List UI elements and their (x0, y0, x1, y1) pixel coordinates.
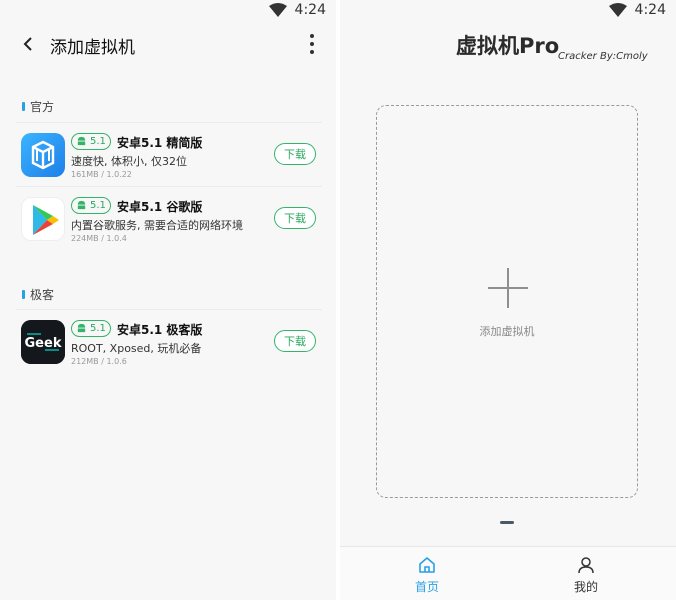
app-subtitle: Cracker By:Cmoly (558, 51, 648, 62)
home-screen: 4:24 虚拟机Pro Cracker By:Cmoly 添加虚拟机 首页 我的 (340, 0, 676, 600)
app-size-version: 212MB / 1.0.6 (71, 357, 127, 366)
status-time: 4:24 (294, 2, 326, 18)
page-title: 添加虚拟机 (50, 38, 135, 58)
bottom-nav: 首页 我的 (340, 546, 676, 600)
app-row-lite[interactable]: 5.1 安卓5.1 精简版 速度快, 体积小, 仅32位 161MB / 1.0… (16, 122, 322, 186)
app-description: ROOT, Xposed, 玩机必备 (71, 342, 202, 355)
app-description: 速度快, 体积小, 仅32位 (71, 155, 187, 168)
nav-home[interactable]: 首页 (397, 555, 457, 595)
status-bar: 4:24 (340, 0, 676, 24)
nav-me[interactable]: 我的 (556, 555, 616, 595)
app-size-version: 224MB / 1.0.4 (71, 234, 127, 243)
wifi-icon (268, 3, 287, 17)
section-header-geek: 极客 (22, 286, 54, 303)
app-header: 虚拟机Pro Cracker By:Cmoly (340, 24, 676, 100)
version-badge: 5.1 (71, 197, 111, 214)
nav-home-label: 首页 (414, 580, 439, 594)
nav-me-label: 我的 (573, 580, 598, 594)
app-name: 安卓5.1 精简版 (117, 136, 203, 150)
app-name: 安卓5.1 谷歌版 (117, 200, 203, 214)
android-icon (77, 323, 86, 333)
app-name: 安卓5.1 极客版 (117, 323, 203, 337)
plus-icon (488, 268, 528, 308)
status-time: 4:24 (634, 2, 666, 18)
section-title: 极客 (30, 288, 55, 302)
app-size-version: 161MB / 1.0.22 (71, 170, 132, 179)
section-title: 官方 (30, 100, 55, 114)
arrow-left-icon (23, 37, 32, 51)
svg-text:Geek: Geek (25, 336, 62, 351)
app-title: 虚拟机Pro (456, 34, 560, 58)
user-icon (578, 557, 594, 574)
version-badge: 5.1 (71, 320, 111, 337)
download-button[interactable]: 下载 (274, 207, 316, 229)
geek-app-list: Geek 5.1 安卓5.1 极客版 ROOT, Xposed, 玩机必备 21… (16, 309, 322, 373)
back-button[interactable] (14, 30, 42, 58)
android-icon (77, 136, 86, 146)
app-row-geek[interactable]: Geek 5.1 安卓5.1 极客版 ROOT, Xposed, 玩机必备 21… (16, 309, 322, 373)
download-button[interactable]: 下载 (274, 330, 316, 352)
geek-icon: Geek (21, 320, 65, 364)
add-vm-card[interactable]: 添加虚拟机 (376, 105, 638, 498)
app-row-google[interactable]: 5.1 安卓5.1 谷歌版 内置谷歌服务, 需要合适的网络环境 224MB / … (16, 186, 322, 250)
top-bar: 添加虚拟机 (0, 24, 336, 66)
add-vm-screen: 4:24 添加虚拟机 官方 5.1 安卓5.1 精简版 速度快, 体积小, 仅3… (0, 0, 336, 600)
add-vm-label: 添加虚拟机 (479, 325, 535, 338)
status-bar: 4:24 (0, 0, 336, 24)
more-options-button[interactable] (302, 30, 322, 58)
more-vert-icon (310, 34, 314, 38)
page-indicator (500, 521, 514, 524)
google-play-icon (21, 197, 65, 241)
section-header-official: 官方 (22, 98, 54, 115)
version-badge: 5.1 (71, 133, 111, 150)
wifi-icon (608, 3, 627, 17)
home-icon (419, 557, 435, 573)
download-button[interactable]: 下载 (274, 143, 316, 165)
android-icon (77, 200, 86, 210)
official-app-list: 5.1 安卓5.1 精简版 速度快, 体积小, 仅32位 161MB / 1.0… (16, 122, 322, 250)
vmos-cube-icon (21, 133, 65, 177)
app-description: 内置谷歌服务, 需要合适的网络环境 (71, 219, 243, 232)
